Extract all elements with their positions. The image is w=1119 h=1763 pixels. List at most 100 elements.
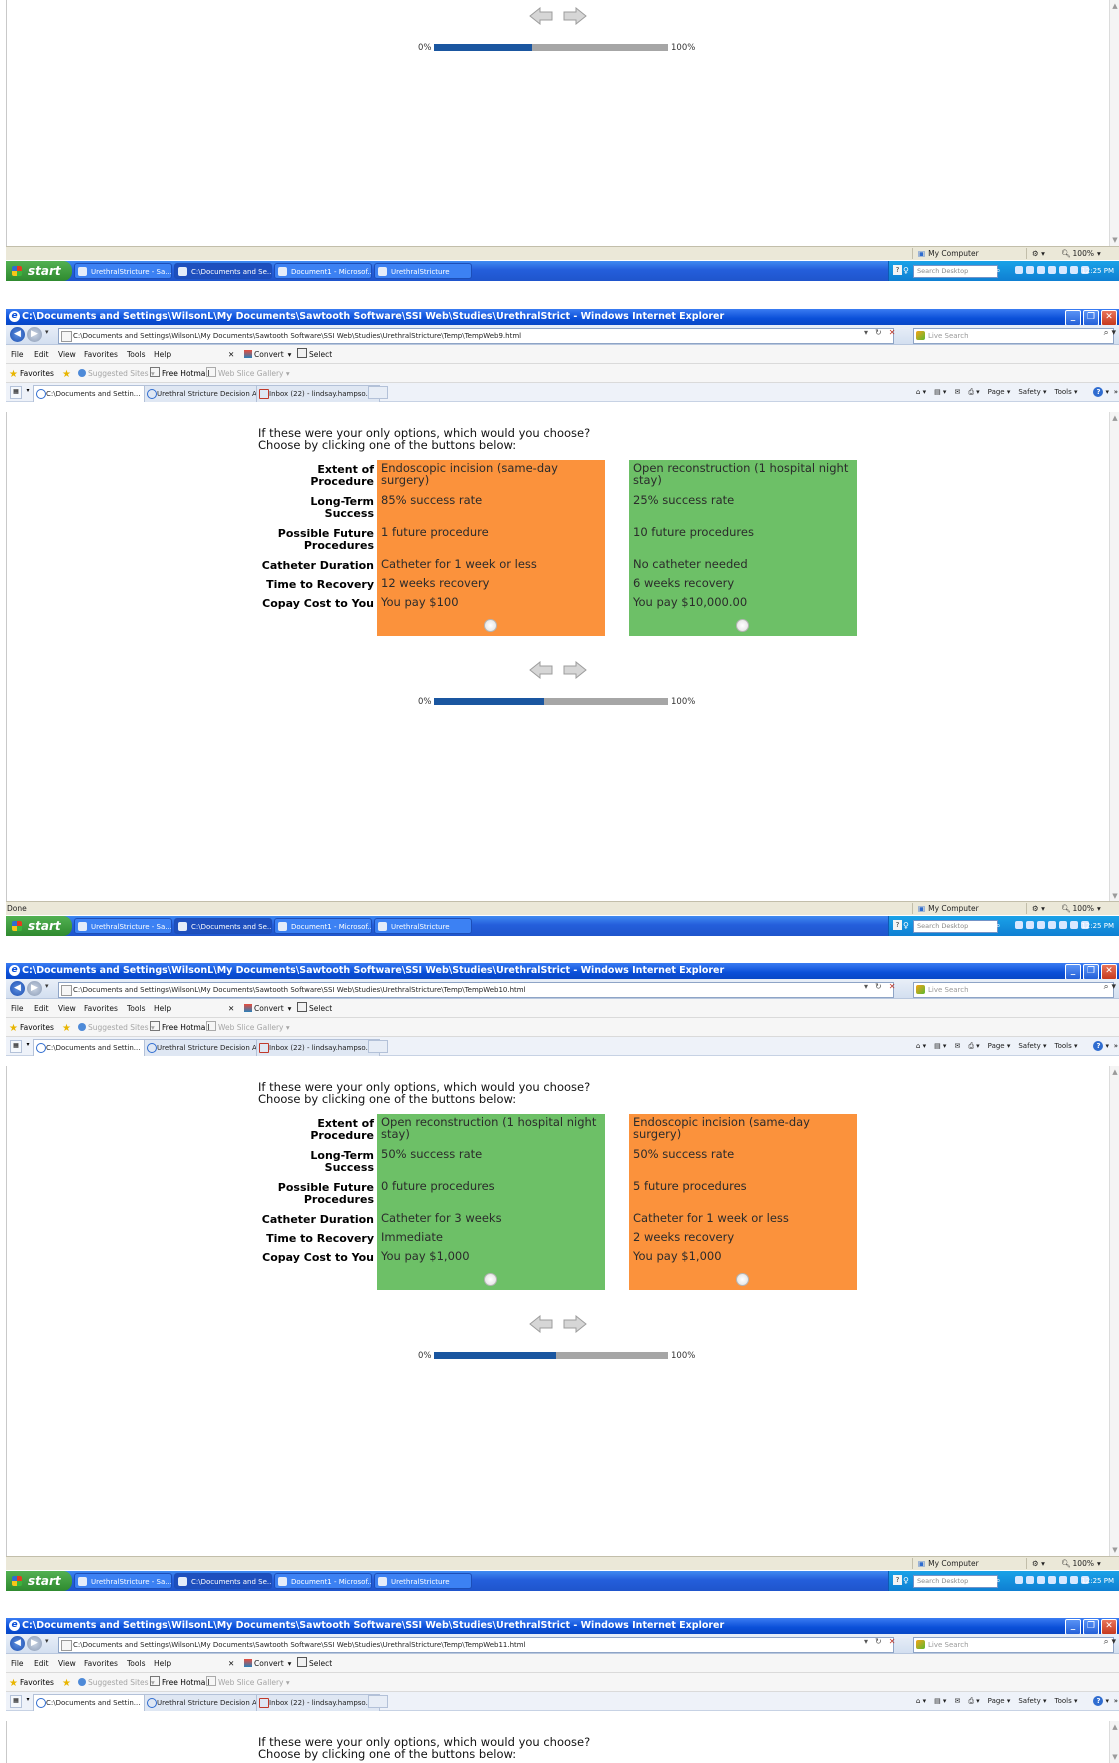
quick-tabs-button[interactable]: ▦: [10, 1040, 22, 1053]
address-dropdown-icon[interactable]: ▾: [864, 1637, 868, 1646]
suggested-sites-link[interactable]: Suggested Sites ▾: [78, 1018, 155, 1037]
refresh-icon[interactable]: ↻: [875, 328, 882, 337]
search-icon[interactable]: ⌕: [996, 1571, 1000, 1591]
minimize-button[interactable]: _: [1065, 964, 1081, 979]
taskbar-item[interactable]: UrethralStricture: [374, 263, 472, 279]
restore-button[interactable]: ❐: [1083, 1619, 1099, 1634]
free-hotmail-link[interactable]: Free Hotmail: [150, 364, 210, 383]
tray-app-icon[interactable]: [1037, 1576, 1045, 1584]
start-button[interactable]: start: [6, 261, 72, 281]
toolbar-overflow-icon[interactable]: »: [1114, 1037, 1118, 1056]
menu-item-favorites[interactable]: Favorites: [84, 345, 118, 364]
arrow-left-icon[interactable]: [529, 1314, 553, 1334]
taskbar-item[interactable]: C:\Documents and Se...: [174, 918, 272, 934]
taskbar-item[interactable]: Document1 - Microsof...: [274, 1573, 372, 1589]
mail-icon[interactable]: ✉: [954, 1697, 960, 1705]
protected-mode-icon[interactable]: ⚙ ▾: [1032, 902, 1045, 915]
tray-app-icon[interactable]: [1026, 266, 1034, 274]
menu-item-help[interactable]: Help: [154, 345, 171, 364]
safety-menu[interactable]: Safety ▾: [1018, 388, 1046, 396]
live-search-input[interactable]: Live Search: [913, 1637, 1114, 1653]
select-button[interactable]: Select: [297, 999, 332, 1018]
previous-arrow-button[interactable]: [529, 1314, 553, 1334]
close-toolbar-icon[interactable]: ✕: [228, 345, 234, 364]
scroll-down-icon[interactable]: ▼: [1111, 892, 1119, 900]
choice-option-1[interactable]: Endoscopic incision (same-day surgery) 85…: [377, 460, 605, 636]
close-button[interactable]: ✕: [1101, 964, 1117, 979]
refresh-icon[interactable]: ↻: [875, 1637, 882, 1646]
stop-icon[interactable]: ✕: [889, 328, 896, 337]
next-arrow-button[interactable]: [563, 660, 587, 680]
favorites-button[interactable]: ★ Favorites: [9, 364, 54, 384]
menu-item-edit[interactable]: Edit: [34, 1654, 49, 1673]
vertical-scrollbar[interactable]: ▲ ▼: [1109, 0, 1119, 246]
scroll-up-icon[interactable]: ▲: [1111, 1723, 1119, 1731]
feeds-icon[interactable]: ▤ ▾: [934, 1042, 946, 1050]
help-menu[interactable]: ? ▾: [1085, 1696, 1109, 1706]
menu-item-view[interactable]: View: [58, 999, 76, 1018]
tray-app-icon[interactable]: [1059, 1576, 1067, 1584]
menu-item-tools[interactable]: Tools: [127, 1654, 145, 1673]
tray-app-icon[interactable]: [1037, 266, 1045, 274]
add-favorites-icon[interactable]: ★: [62, 364, 73, 384]
tray-app-icon[interactable]: [1070, 1576, 1078, 1584]
close-toolbar-icon[interactable]: ✕: [228, 999, 234, 1018]
browser-tab[interactable]: Inbox (22) - lindsay.hampso...: [256, 1694, 380, 1711]
url-input[interactable]: C:\Documents and Settings\WilsonL\My Doc…: [58, 328, 894, 344]
mail-icon[interactable]: ✉: [954, 388, 960, 396]
menu-item-favorites[interactable]: Favorites: [84, 999, 118, 1018]
new-tab-button[interactable]: [368, 1695, 388, 1708]
browser-tab[interactable]: Urethral Stricture Decision A...: [144, 385, 269, 402]
url-input[interactable]: C:\Documents and Settings\WilsonL\My Doc…: [58, 1637, 894, 1653]
window-title-bar[interactable]: e C:\Documents and Settings\WilsonL\My Do…: [6, 309, 1119, 325]
menu-item-view[interactable]: View: [58, 1654, 76, 1673]
url-input[interactable]: C:\Documents and Settings\WilsonL\My Doc…: [58, 982, 894, 998]
restore-button[interactable]: ❐: [1083, 964, 1099, 979]
tray-app-icon[interactable]: [1059, 266, 1067, 274]
tools-menu[interactable]: Tools ▾: [1055, 388, 1078, 396]
scroll-up-icon[interactable]: ▲: [1111, 2, 1119, 10]
search-icon[interactable]: ⌕ ▾: [1104, 328, 1116, 338]
help-icon[interactable]: ?: [893, 1575, 902, 1585]
live-search-input[interactable]: Live Search: [913, 328, 1114, 344]
menu-item-tools[interactable]: Tools: [127, 999, 145, 1018]
page-menu[interactable]: Page ▾: [988, 388, 1011, 396]
choice-radio-button[interactable]: [484, 1273, 497, 1286]
convert-button[interactable]: Convert ▾: [244, 999, 291, 1018]
tools-menu[interactable]: Tools ▾: [1055, 1042, 1078, 1050]
next-arrow-button[interactable]: [563, 1314, 587, 1334]
feeds-icon[interactable]: ▤ ▾: [934, 1697, 946, 1705]
forward-button[interactable]: ▶: [27, 981, 42, 996]
arrow-right-icon[interactable]: [563, 1314, 587, 1334]
tray-app-icon[interactable]: [1059, 921, 1067, 929]
suggested-sites-link[interactable]: Suggested Sites ▾: [78, 1673, 155, 1692]
select-button[interactable]: Select: [297, 345, 332, 364]
tray-app-icon[interactable]: [1026, 1576, 1034, 1584]
search-icon[interactable]: ⌕: [996, 261, 1000, 281]
lightbulb-icon[interactable]: ♀: [903, 261, 909, 281]
menu-item-help[interactable]: Help: [154, 999, 171, 1018]
lightbulb-icon[interactable]: ♀: [903, 1571, 909, 1591]
new-tab-button[interactable]: [368, 386, 388, 399]
choice-option-2[interactable]: Endoscopic incision (same-day surgery) 50…: [629, 1114, 857, 1290]
menu-item-tools[interactable]: Tools: [127, 345, 145, 364]
suggested-sites-link[interactable]: Suggested Sites ▾: [78, 364, 155, 383]
arrow-left-icon[interactable]: [529, 660, 553, 680]
tray-app-icon[interactable]: [1048, 921, 1056, 929]
recent-pages-dropdown[interactable]: ▾: [45, 328, 49, 336]
taskbar-item[interactable]: C:\Documents and Se...: [174, 1573, 272, 1589]
tab-list-dropdown[interactable]: ▾: [23, 1695, 33, 1706]
window-title-bar[interactable]: e C:\Documents and Settings\WilsonL\My Do…: [6, 963, 1119, 979]
recent-pages-dropdown[interactable]: ▾: [45, 982, 49, 990]
scroll-up-icon[interactable]: ▲: [1111, 414, 1119, 422]
print-icon[interactable]: ⎙ ▾: [968, 1697, 979, 1705]
tray-app-icon[interactable]: [1015, 1576, 1023, 1584]
zoom-control[interactable]: 🔍︎ 100% ▾: [1061, 1557, 1101, 1570]
address-dropdown-icon[interactable]: ▾: [864, 982, 868, 991]
print-icon[interactable]: ⎙ ▾: [968, 1042, 979, 1050]
tray-app-icon[interactable]: [1070, 921, 1078, 929]
home-icon[interactable]: ⌂ ▾: [916, 388, 926, 396]
browser-tab[interactable]: Urethral Stricture Decision A...: [144, 1039, 269, 1056]
search-icon[interactable]: ⌕: [996, 916, 1000, 936]
protected-mode-icon[interactable]: ⚙ ▾: [1032, 247, 1045, 260]
